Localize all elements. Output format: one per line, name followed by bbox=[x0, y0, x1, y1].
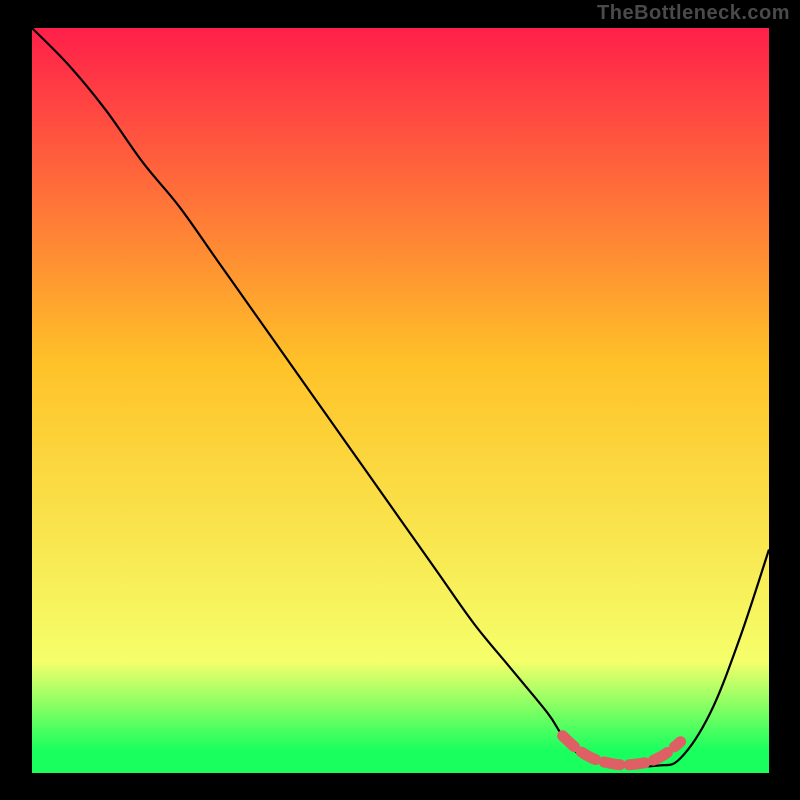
chart-frame: TheBottleneck.com bbox=[0, 0, 800, 800]
gradient-background bbox=[32, 28, 769, 773]
watermark-text: TheBottleneck.com bbox=[597, 2, 790, 25]
bottleneck-plot bbox=[0, 0, 800, 800]
